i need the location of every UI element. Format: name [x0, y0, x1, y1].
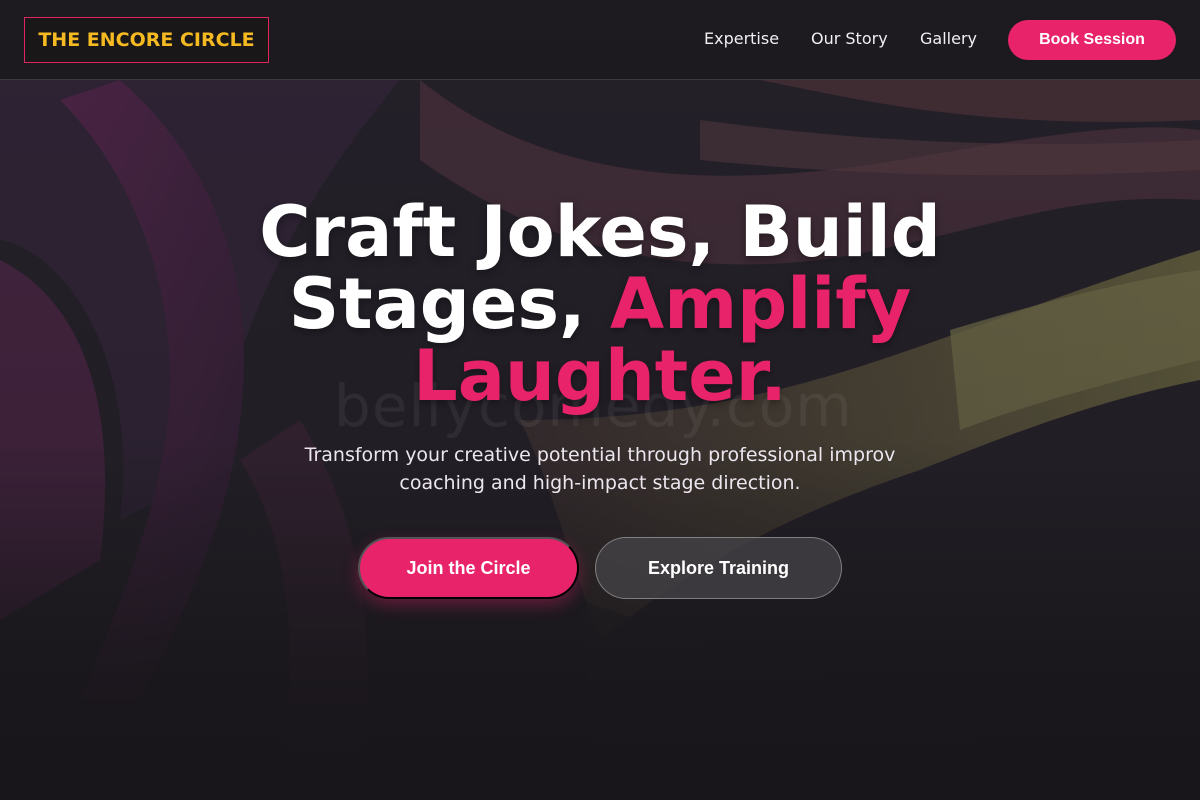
book-session-button[interactable]: Book Session: [1008, 20, 1176, 60]
hero-title-accent-laughter: Laughter.: [413, 335, 787, 417]
hero-subtitle-line1: Transform your creative potential throug…: [304, 444, 896, 466]
join-the-circle-button[interactable]: Join the Circle: [358, 537, 579, 599]
hero-title: Craft Jokes, Build Stages, Amplify Laugh…: [150, 196, 1050, 412]
nav-link-our-story[interactable]: Our Story: [811, 29, 888, 48]
hero-subtitle-line2: coaching and high-impact stage direction…: [399, 472, 801, 494]
nav-link-expertise[interactable]: Expertise: [704, 29, 779, 48]
nav-link-gallery[interactable]: Gallery: [920, 29, 977, 48]
explore-training-button[interactable]: Explore Training: [595, 537, 842, 599]
hero-title-line2: Stages,: [288, 263, 611, 345]
hero-title-line1: Craft Jokes, Build: [259, 191, 941, 273]
hero-title-accent-amplify: Amplify: [610, 263, 912, 345]
hero-subtitle: Transform your creative potential throug…: [250, 441, 950, 497]
site-header: THE ENCORE CIRCLE Expertise Our Story Ga…: [0, 0, 1200, 80]
